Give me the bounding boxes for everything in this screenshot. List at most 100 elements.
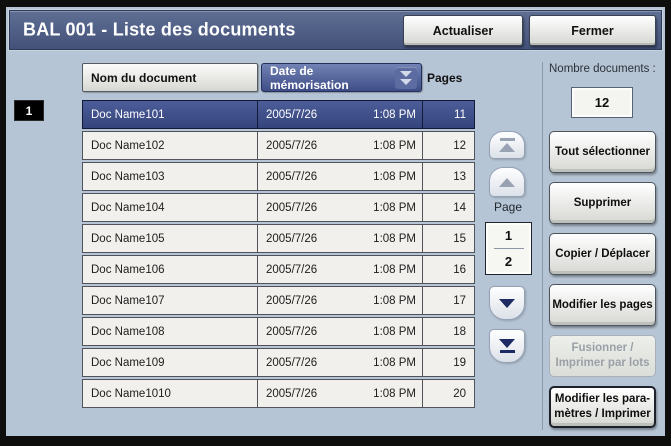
doc-pages: 18 — [453, 325, 466, 338]
doc-name: Doc Name105 — [83, 225, 258, 252]
document-list: Doc Name101 2005/7/26 1:08 PM 11 Doc Name102… — [82, 100, 475, 410]
scroll-to-top-button — [489, 131, 525, 159]
column-header-date-label: Date de mémorisation — [270, 63, 349, 92]
action-label-line2: mètres / Imprimer — [554, 408, 651, 420]
down-triangle-icon — [499, 339, 515, 348]
sort-descending-icon — [395, 66, 417, 89]
doc-pages: 14 — [453, 201, 466, 214]
total-pages: 2 — [504, 254, 513, 269]
doc-pages: 12 — [453, 139, 466, 152]
column-header-pages: Pages — [427, 70, 463, 85]
doc-date: 2005/7/26 — [266, 263, 318, 276]
doc-date-cell: 2005/7/26 1:08 PM — [258, 349, 423, 376]
doc-time: 1:08 PM — [373, 387, 416, 400]
column-header-name[interactable]: Nom du document — [82, 63, 258, 92]
table-row[interactable]: Doc Name106 2005/7/26 1:08 PM 16 — [82, 255, 475, 284]
doc-date: 2005/7/26 — [266, 294, 318, 307]
doc-name: Doc Name108 — [83, 318, 258, 345]
column-header-date[interactable]: Date de mémorisation — [261, 63, 422, 92]
table-row[interactable]: Doc Name108 2005/7/26 1:08 PM 18 — [82, 317, 475, 346]
edit-settings-print-button[interactable]: Modifier les para-mètres / Imprimer — [549, 386, 656, 428]
doc-name: Doc Name109 — [83, 349, 258, 376]
doc-pages: 17 — [453, 294, 466, 307]
bottom-bar-icon — [499, 350, 515, 353]
close-button[interactable]: Fermer — [529, 15, 656, 46]
doc-name: Doc Name101 — [83, 101, 258, 128]
doc-time: 1:08 PM — [373, 294, 416, 307]
doc-date: 2005/7/26 — [266, 356, 318, 369]
page-indicator: 1 2 — [485, 222, 532, 275]
edit-pages-button[interactable]: Modifier les pages — [549, 284, 656, 326]
doc-name: Doc Name104 — [83, 194, 258, 221]
fraction-line — [493, 248, 524, 249]
doc-time: 1:08 PM — [373, 170, 416, 183]
doc-date-cell: 2005/7/26 1:08 PM — [258, 287, 423, 314]
table-row[interactable]: Doc Name1010 2005/7/26 1:08 PM 20 — [82, 379, 475, 408]
doc-time: 1:08 PM — [373, 263, 416, 276]
refresh-button[interactable]: Actualiser — [403, 15, 523, 46]
action-label: Supprimer — [573, 196, 632, 209]
scroll-down-button[interactable] — [489, 286, 525, 320]
doc-time: 1:08 PM — [373, 139, 416, 152]
page-label: Page — [493, 200, 523, 214]
action-label: Modifier les para- — [554, 393, 651, 406]
doc-time: 1:08 PM — [373, 108, 416, 121]
doc-date: 2005/7/26 — [266, 387, 318, 400]
doc-date: 2005/7/26 — [266, 325, 318, 338]
scroll-to-bottom-button[interactable] — [489, 329, 525, 363]
table-row[interactable]: Doc Name104 2005/7/26 1:08 PM 14 — [82, 193, 475, 222]
doc-pages: 13 — [453, 170, 466, 183]
doc-date: 2005/7/26 — [266, 201, 318, 214]
table-row[interactable]: Doc Name103 2005/7/26 1:08 PM 13 — [82, 162, 475, 191]
doc-time: 1:08 PM — [373, 325, 416, 338]
doc-date-cell: 2005/7/26 1:08 PM — [258, 318, 423, 345]
doc-time: 1:08 PM — [373, 232, 416, 245]
doc-date: 2005/7/26 — [266, 108, 318, 121]
doc-pages: 19 — [453, 356, 466, 369]
doc-date: 2005/7/26 — [266, 139, 318, 152]
action-label: Tout sélectionner — [555, 145, 650, 158]
top-bar-icon — [499, 138, 515, 141]
device-screen: BAL 001 - Liste des documents Actualiser… — [0, 0, 671, 446]
table-row[interactable]: Doc Name101 2005/7/26 1:08 PM 11 — [82, 100, 475, 129]
doc-date-cell: 2005/7/26 1:08 PM — [258, 380, 423, 407]
doc-pages: 15 — [453, 232, 466, 245]
doc-time: 1:08 PM — [373, 356, 416, 369]
action-label: Copier / Déplacer — [555, 247, 650, 260]
doc-name: Doc Name1010 — [83, 380, 258, 407]
select-all-button[interactable]: Tout sélectionner — [549, 131, 656, 173]
up-triangle-icon — [499, 177, 515, 187]
doc-name: Doc Name103 — [83, 163, 258, 190]
action-label: Fusionner / — [571, 342, 634, 355]
doc-date-cell: 2005/7/26 1:08 PM — [258, 132, 423, 159]
table-row[interactable]: Doc Name109 2005/7/26 1:08 PM 19 — [82, 348, 475, 377]
doc-name: Doc Name107 — [83, 287, 258, 314]
doc-date-cell: 2005/7/26 1:08 PM — [258, 163, 423, 190]
panel-divider — [542, 62, 543, 430]
scroll-up-button — [489, 167, 525, 197]
document-count-value: 12 — [571, 87, 633, 118]
copy-move-button[interactable]: Copier / Déplacer — [549, 233, 656, 275]
doc-name: Doc Name106 — [83, 256, 258, 283]
doc-pages: 11 — [454, 108, 466, 121]
delete-button[interactable]: Supprimer — [549, 182, 656, 224]
document-count-label: Nombre documents : — [549, 63, 656, 75]
doc-date-cell: 2005/7/26 1:08 PM — [258, 256, 423, 283]
action-label: Modifier les pages — [552, 298, 653, 311]
up-triangle-icon — [499, 143, 515, 152]
doc-date-cell: 2005/7/26 1:08 PM — [258, 194, 423, 221]
doc-date-cell: 2005/7/26 1:08 PM — [258, 101, 423, 128]
action-button-panel: Tout sélectionner Supprimer Copier / Dépla… — [549, 131, 656, 428]
doc-date: 2005/7/26 — [266, 170, 318, 183]
title-bar: BAL 001 - Liste des documents Actualiser… — [9, 10, 662, 50]
merge-batch-print-button: Fusionner / Imprimer par lots — [549, 335, 656, 377]
doc-pages: 16 — [453, 263, 466, 276]
doc-pages: 20 — [453, 387, 466, 400]
table-row[interactable]: Doc Name105 2005/7/26 1:08 PM 15 — [82, 224, 475, 253]
table-row[interactable]: Doc Name107 2005/7/26 1:08 PM 17 — [82, 286, 475, 315]
doc-time: 1:08 PM — [373, 201, 416, 214]
doc-name: Doc Name102 — [83, 132, 258, 159]
table-row[interactable]: Doc Name102 2005/7/26 1:08 PM 12 — [82, 131, 475, 160]
doc-date: 2005/7/26 — [266, 232, 318, 245]
page-title: BAL 001 - Liste des documents — [23, 19, 296, 40]
